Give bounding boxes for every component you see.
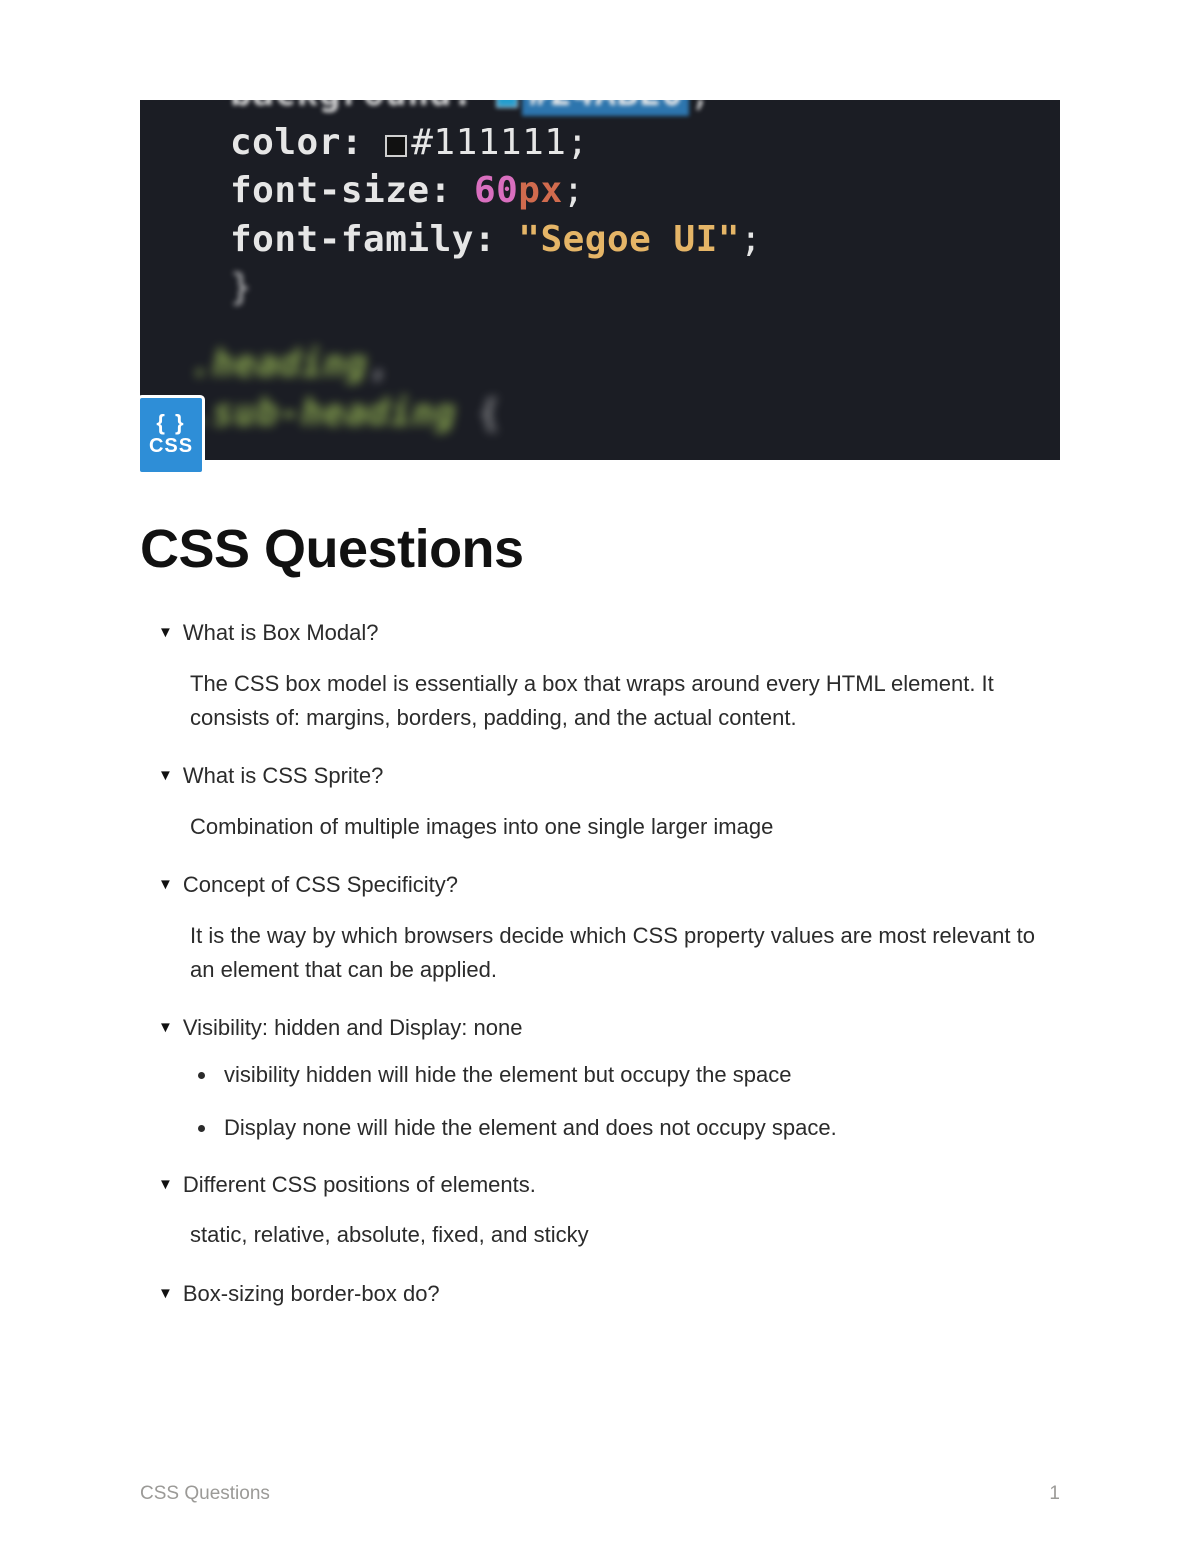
toggle-body: static, relative, absolute, fixed, and s… — [190, 1218, 1060, 1252]
code-token: color — [230, 122, 341, 163]
footer-title: CSS Questions — [140, 1483, 270, 1505]
toggle-header[interactable]: ▼ What is Box Modal? — [158, 618, 1060, 649]
code-token: px — [518, 170, 562, 211]
code-token: "Segoe UI" — [518, 219, 740, 260]
triangle-down-icon: ▼ — [158, 761, 173, 791]
toggle-block: ▼ Visibility: hidden and Display: none v… — [158, 1013, 1060, 1144]
footer-page-number: 1 — [1049, 1483, 1060, 1505]
color-swatch-icon — [496, 100, 518, 108]
toggle-header[interactable]: ▼ Concept of CSS Specificity? — [158, 870, 1060, 901]
page-title: CSS Questions — [140, 518, 1060, 580]
code-token: .sub-heading — [190, 393, 456, 434]
toggle-title: Visibility: hidden and Display: none — [183, 1013, 523, 1044]
code-highlight: #24ABE0 — [522, 100, 689, 116]
toggle-body: It is the way by which browsers decide w… — [190, 919, 1060, 987]
toggle-title: Box-sizing border-box do? — [183, 1279, 440, 1310]
list-item: Display none will hide the element and d… — [218, 1111, 1060, 1144]
toggle-title: Different CSS positions of elements. — [183, 1170, 536, 1201]
page-icon-label: CSS — [149, 434, 193, 458]
triangle-down-icon: ▼ — [158, 1170, 173, 1200]
code-token: 60 — [474, 170, 518, 211]
page-footer: CSS Questions 1 — [0, 1483, 1200, 1505]
page-icon-css-badge: { } CSS — [140, 398, 202, 472]
toggle-block: ▼ What is CSS Sprite? Combination of mul… — [158, 761, 1060, 844]
toggle-header[interactable]: ▼ Different CSS positions of elements. — [158, 1170, 1060, 1201]
toggle-header[interactable]: ▼ Box-sizing border-box do? — [158, 1279, 1060, 1310]
code-token: .heading — [190, 344, 367, 385]
toggle-header[interactable]: ▼ What is CSS Sprite? — [158, 761, 1060, 792]
toggle-title: What is CSS Sprite? — [183, 761, 384, 792]
cover-image: background: #24ABE0; color: #111111; fon… — [140, 100, 1060, 460]
triangle-down-icon: ▼ — [158, 618, 173, 648]
toggle-block: ▼ What is Box Modal? The CSS box model i… — [158, 618, 1060, 735]
toggle-block: ▼ Different CSS positions of elements. s… — [158, 1170, 1060, 1253]
triangle-down-icon: ▼ — [158, 1279, 173, 1309]
list-item: visibility hidden will hide the element … — [218, 1058, 1060, 1091]
toggle-block: ▼ Concept of CSS Specificity? It is the … — [158, 870, 1060, 987]
code-token: font-size — [230, 170, 430, 211]
triangle-down-icon: ▼ — [158, 870, 173, 900]
triangle-down-icon: ▼ — [158, 1013, 173, 1043]
toggle-title: Concept of CSS Specificity? — [183, 870, 458, 901]
toggle-header[interactable]: ▼ Visibility: hidden and Display: none — [158, 1013, 1060, 1044]
page-content: ▼ What is Box Modal? The CSS box model i… — [140, 618, 1060, 1309]
code-token: font-family — [230, 219, 474, 260]
code-token: background: — [230, 100, 474, 114]
braces-icon: { } — [156, 412, 185, 434]
toggle-title: What is Box Modal? — [183, 618, 379, 649]
toggle-body: The CSS box model is essentially a box t… — [190, 667, 1060, 735]
toggle-list: visibility hidden will hide the element … — [218, 1058, 1060, 1144]
toggle-body: Combination of multiple images into one … — [190, 810, 1060, 844]
code-token: #111111 — [411, 122, 566, 163]
toggle-block: ▼ Box-sizing border-box do? — [158, 1279, 1060, 1310]
color-swatch-icon — [385, 135, 407, 157]
